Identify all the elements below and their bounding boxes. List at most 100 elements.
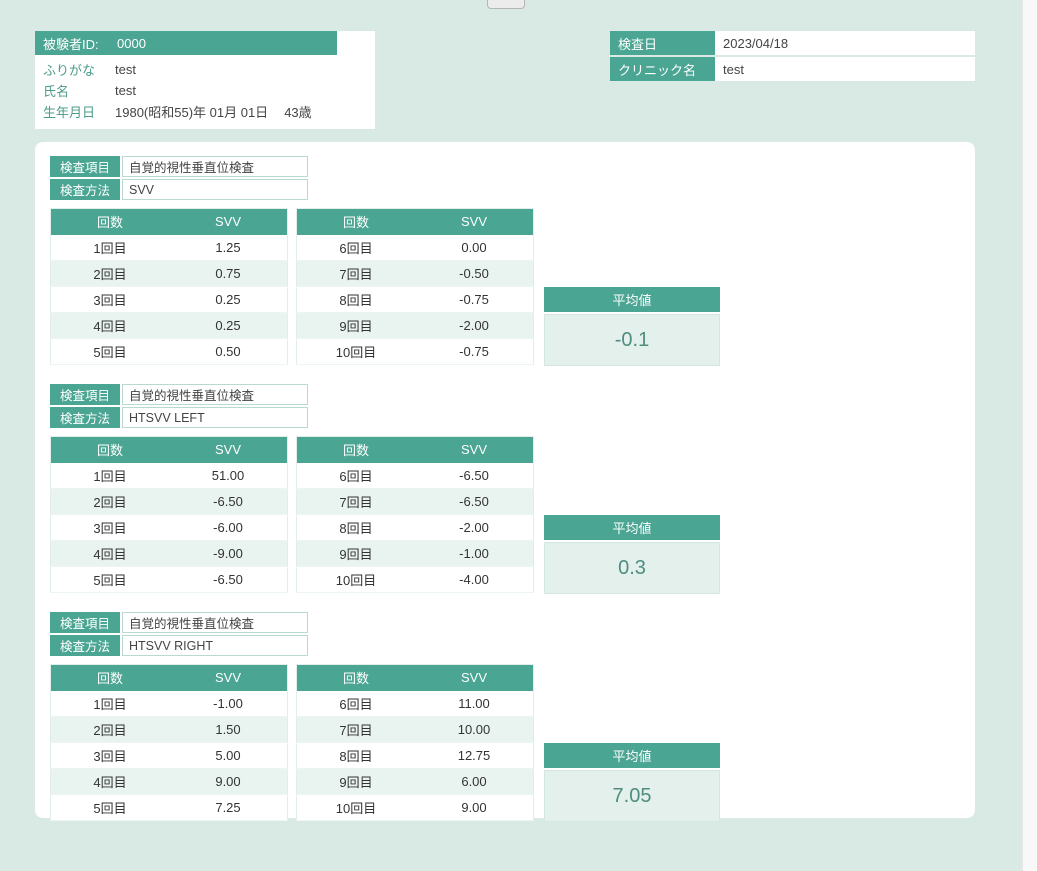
exam-item-row: 検査項目 自覚的視性垂直位検査 xyxy=(50,384,960,405)
patient-id-label: 被験者ID: xyxy=(43,36,99,52)
field-label: ふりがな xyxy=(43,63,96,78)
svv-cell: -1.00 xyxy=(213,695,243,711)
exam-item-label: 検査項目 xyxy=(50,384,120,405)
exam-method-value: HTSVV LEFT xyxy=(122,407,308,428)
vertical-scrollbar[interactable] xyxy=(1022,0,1037,871)
section-tables: 回数 SVV 1回目 1.25 2回目 0.75 3回目 0.25 4回目 0.… xyxy=(50,208,960,366)
svv-cell: 0.00 xyxy=(461,239,487,255)
round-cell: 8回目 xyxy=(339,749,373,764)
table-row: 2回目 -6.50 xyxy=(50,488,288,515)
patient-age: 43歳 xyxy=(284,105,312,120)
round-cell: 9回目 xyxy=(339,775,373,790)
col-header-round: 回数 xyxy=(50,664,169,691)
svv-cell: -0.75 xyxy=(459,344,489,359)
round-cell: 7回目 xyxy=(339,495,373,510)
table-row: 7回目 -0.50 xyxy=(296,260,534,287)
average-value: -0.1 xyxy=(544,314,720,366)
table-row: 4回目 9.00 xyxy=(50,768,288,795)
exam-method-label: 検査方法 xyxy=(50,179,120,200)
table-row: 6回目 -6.50 xyxy=(296,462,534,489)
table-row: 4回目 -9.00 xyxy=(50,540,288,567)
field-value: test xyxy=(115,83,136,98)
col-header-round: 回数 xyxy=(50,436,169,463)
table-row: 8回目 12.75 xyxy=(296,742,534,769)
round-cell: 3回目 xyxy=(93,293,127,308)
test-section-svv: 検査項目 自覚的視性垂直位検査 検査方法 SVV 回数 SVV 1回目 1.25… xyxy=(50,156,960,366)
average-box: 平均値 7.05 xyxy=(544,743,720,822)
exam-info: 検査日 2023/04/18 クリニック名 test xyxy=(610,31,975,83)
patient-id-value: 0000 xyxy=(117,35,146,51)
top-partial-button[interactable] xyxy=(487,0,525,9)
round-cell: 9回目 xyxy=(339,319,373,334)
table-row: 9回目 6.00 xyxy=(296,768,534,795)
round-cell: 7回目 xyxy=(339,723,373,738)
test-section-htsvv-left: 検査項目 自覚的視性垂直位検査 検査方法 HTSVV LEFT 回数 SVV 1… xyxy=(50,384,960,594)
round-cell: 1回目 xyxy=(93,696,127,712)
results-panel: 検査項目 自覚的視性垂直位検査 検査方法 SVV 回数 SVV 1回目 1.25… xyxy=(35,142,975,822)
svv-table-rounds-6-10: 回数 SVV 6回目 -6.50 7回目 -6.50 8回目 -2.00 9回目… xyxy=(296,436,534,593)
round-cell: 3回目 xyxy=(93,521,127,536)
svv-cell: 1.25 xyxy=(215,239,241,255)
average-box: 平均値 -0.1 xyxy=(544,287,720,366)
table-row: 10回目 -4.00 xyxy=(296,566,534,593)
section-meta: 検査項目 自覚的視性垂直位検査 検査方法 HTSVV RIGHT xyxy=(50,612,960,656)
table-header-row: 回数 SVV xyxy=(50,436,288,463)
exam-method-value: HTSVV RIGHT xyxy=(122,635,308,656)
average-value: 7.05 xyxy=(544,770,720,822)
clinic-name-row: クリニック名 test xyxy=(610,57,975,81)
exam-date-row: 検査日 2023/04/18 xyxy=(610,31,975,55)
field-label: 氏名 xyxy=(43,84,70,99)
table-row: 2回目 1.50 xyxy=(50,716,288,743)
section-meta: 検査項目 自覚的視性垂直位検査 検査方法 HTSVV LEFT xyxy=(50,384,960,428)
average-label: 平均値 xyxy=(544,743,720,768)
table-row: 1回目 1.25 xyxy=(50,234,288,261)
patient-field-name: 氏名 test xyxy=(35,80,375,101)
svv-cell: -2.00 xyxy=(459,520,489,535)
table-row: 5回目 7.25 xyxy=(50,794,288,821)
round-cell: 10回目 xyxy=(335,801,377,816)
round-cell: 1回目 xyxy=(93,468,127,484)
exam-method-row: 検査方法 HTSVV RIGHT xyxy=(50,635,960,656)
col-header-round: 回数 xyxy=(50,208,169,235)
exam-method-row: 検査方法 HTSVV LEFT xyxy=(50,407,960,428)
field-value: test xyxy=(115,62,136,77)
round-cell: 3回目 xyxy=(93,749,127,764)
svv-cell: -9.00 xyxy=(213,546,243,561)
field-value: 1980(昭和55)年 01月 01日 xyxy=(115,105,269,120)
round-cell: 6回目 xyxy=(339,696,373,712)
svv-cell: 12.75 xyxy=(457,748,491,763)
exam-method-label: 検査方法 xyxy=(50,407,120,428)
table-row: 3回目 -6.00 xyxy=(50,514,288,541)
col-header-svv: SVV xyxy=(415,436,534,463)
table-header-row: 回数 SVV xyxy=(296,436,534,463)
exam-item-value: 自覚的視性垂直位検査 xyxy=(122,156,308,177)
table-row: 9回目 -1.00 xyxy=(296,540,534,567)
section-meta: 検査項目 自覚的視性垂直位検査 検査方法 SVV xyxy=(50,156,960,200)
col-header-round: 回数 xyxy=(296,436,415,463)
round-cell: 4回目 xyxy=(93,775,127,790)
table-header-row: 回数 SVV xyxy=(296,664,534,691)
section-tables: 回数 SVV 1回目 -1.00 2回目 1.50 3回目 5.00 4回目 9… xyxy=(50,664,960,822)
svv-cell: -6.50 xyxy=(213,572,243,587)
table-header-row: 回数 SVV xyxy=(296,208,534,235)
average-label: 平均値 xyxy=(544,287,720,312)
exam-date-label: 検査日 xyxy=(610,31,715,55)
field-label: 生年月日 xyxy=(43,105,96,120)
svv-table-rounds-1-5: 回数 SVV 1回目 1.25 2回目 0.75 3回目 0.25 4回目 0.… xyxy=(50,208,288,365)
svv-table-rounds-6-10: 回数 SVV 6回目 11.00 7回目 10.00 8回目 12.75 9回目… xyxy=(296,664,534,821)
round-cell: 9回目 xyxy=(339,547,373,562)
table-header-row: 回数 SVV xyxy=(50,664,288,691)
exam-item-row: 検査項目 自覚的視性垂直位検査 xyxy=(50,612,960,633)
round-cell: 6回目 xyxy=(339,240,373,256)
col-header-svv: SVV xyxy=(169,436,288,463)
round-cell: 6回目 xyxy=(339,468,373,484)
svv-cell: -6.00 xyxy=(213,520,243,535)
svv-cell: -6.50 xyxy=(213,494,243,509)
exam-method-label: 検査方法 xyxy=(50,635,120,656)
round-cell: 8回目 xyxy=(339,293,373,308)
round-cell: 8回目 xyxy=(339,521,373,536)
round-cell: 5回目 xyxy=(93,801,127,816)
col-header-svv: SVV xyxy=(169,208,288,235)
svv-cell: -6.50 xyxy=(459,467,489,483)
svv-table-rounds-6-10: 回数 SVV 6回目 0.00 7回目 -0.50 8回目 -0.75 9回目 … xyxy=(296,208,534,365)
